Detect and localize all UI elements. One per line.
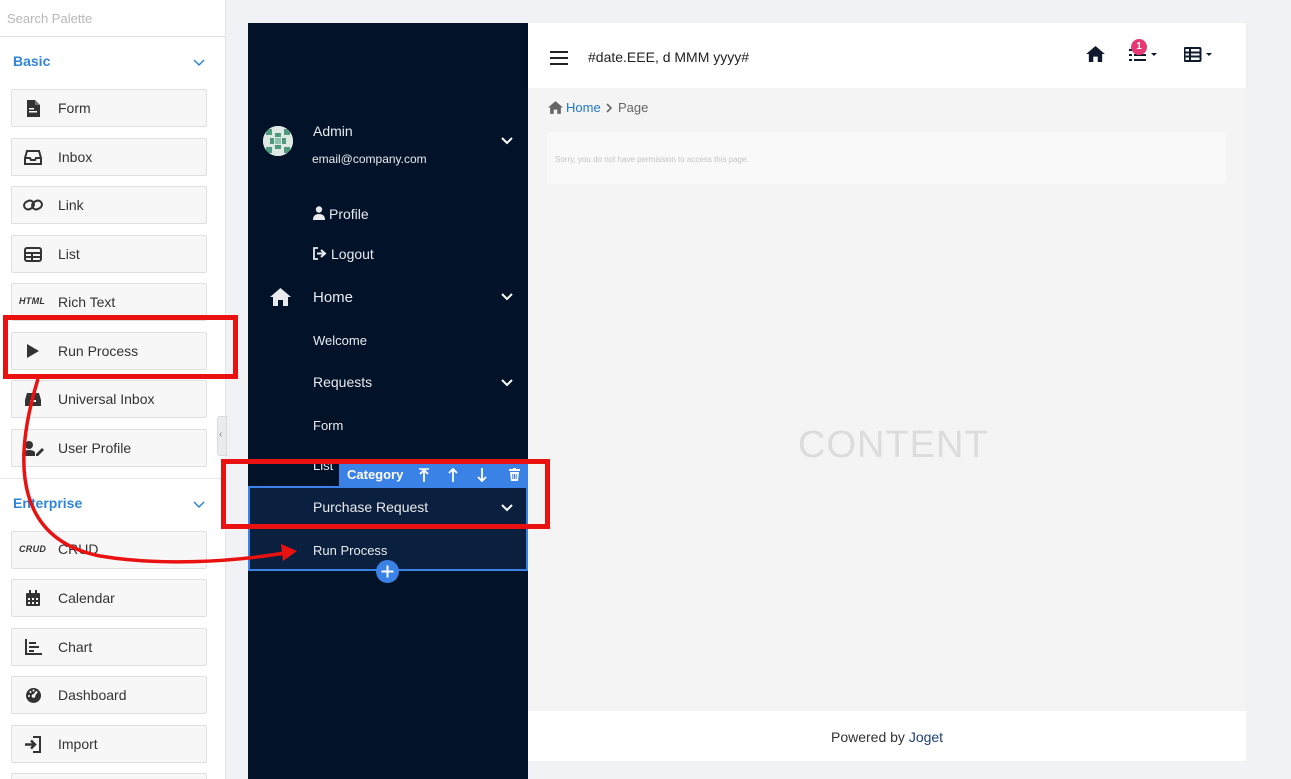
chevron-down-icon[interactable] bbox=[500, 290, 514, 304]
palette-item-inbox[interactable]: Inbox bbox=[11, 138, 207, 176]
chart-icon bbox=[21, 637, 45, 657]
home-icon bbox=[270, 288, 291, 306]
user-name: Admin bbox=[313, 123, 353, 139]
palette-item-list[interactable]: List bbox=[11, 235, 207, 273]
palette-item-more[interactable] bbox=[11, 773, 207, 779]
inbox-icon bbox=[21, 147, 45, 167]
footer-joget-link[interactable]: Joget bbox=[909, 729, 943, 745]
palette-item-label: Universal Inbox bbox=[58, 391, 155, 407]
menu-item-welcome[interactable]: Welcome bbox=[313, 333, 367, 348]
palette-item-label: CRUD bbox=[58, 541, 99, 557]
palette-item-label: Link bbox=[58, 197, 84, 213]
palette-item-label: Calendar bbox=[58, 590, 115, 606]
breadcrumb-home-link[interactable]: Home bbox=[566, 100, 601, 115]
universal-inbox-icon bbox=[21, 389, 45, 409]
menu-category-home[interactable]: Home bbox=[313, 289, 353, 306]
userview-canvas: Admin email@company.com Profile Logout H… bbox=[248, 23, 1246, 779]
footer-gap bbox=[528, 761, 1246, 779]
palette-item-label: Rich Text bbox=[58, 294, 116, 310]
palette-item-label: Import bbox=[58, 736, 98, 752]
footer-text: Powered by Joget bbox=[831, 729, 943, 745]
palette-item-label: List bbox=[58, 246, 80, 262]
hamburger-icon[interactable] bbox=[550, 51, 568, 65]
chevron-down-icon[interactable] bbox=[500, 376, 514, 390]
chevron-down-icon[interactable] bbox=[500, 134, 514, 148]
permission-alert: Sorry, you do not have permission to acc… bbox=[547, 132, 1226, 184]
palette-item-link[interactable]: Link bbox=[11, 186, 207, 224]
chevron-left-icon: ‹ bbox=[219, 429, 223, 440]
category-divider bbox=[0, 478, 225, 479]
plus-icon bbox=[381, 565, 394, 578]
menu-item-run-process[interactable]: Run Process bbox=[313, 543, 387, 558]
search-palette-input[interactable] bbox=[0, 0, 225, 37]
menu-item-form[interactable]: Form bbox=[313, 418, 343, 433]
collapse-palette-handle[interactable]: ‹ bbox=[217, 416, 227, 456]
category-basic-header[interactable]: Basic bbox=[0, 46, 225, 76]
header-date: #date.EEE, d MMM yyyy# bbox=[588, 49, 750, 65]
apps-menu-button[interactable] bbox=[1183, 47, 1214, 68]
component-palette: Basic Form Inbox Link List HTML Rich Tex… bbox=[0, 0, 226, 779]
category-enterprise-header[interactable]: Enterprise bbox=[0, 488, 225, 518]
home-icon bbox=[548, 101, 563, 114]
category-enterprise-label: Enterprise bbox=[13, 495, 83, 511]
calendar-icon bbox=[21, 588, 45, 608]
palette-item-user-profile[interactable]: User Profile bbox=[11, 429, 207, 467]
chevron-down-icon bbox=[193, 501, 205, 509]
category-basic-label: Basic bbox=[13, 53, 51, 69]
add-menu-button[interactable] bbox=[376, 560, 399, 583]
footer-prefix: Powered by bbox=[831, 729, 909, 745]
list-icon bbox=[21, 244, 45, 264]
link-icon bbox=[21, 195, 45, 215]
html-icon: HTML bbox=[19, 296, 46, 306]
crud-icon: CRUD bbox=[19, 544, 47, 554]
userview-sidebar: Admin email@company.com Profile Logout H… bbox=[248, 23, 529, 779]
user-icon bbox=[313, 206, 325, 220]
import-icon bbox=[21, 734, 45, 754]
dashboard-icon bbox=[21, 685, 45, 705]
user-edit-icon bbox=[21, 438, 45, 458]
permission-message: Sorry, you do not have permission to acc… bbox=[555, 155, 749, 164]
palette-item-form[interactable]: Form bbox=[11, 89, 207, 127]
palette-item-label: Chart bbox=[58, 639, 93, 655]
home-icon[interactable] bbox=[1086, 46, 1105, 62]
logout-icon bbox=[313, 247, 327, 260]
palette-item-calendar[interactable]: Calendar bbox=[11, 579, 207, 617]
userview-footer: Powered by Joget bbox=[528, 711, 1246, 761]
palette-item-import[interactable]: Import bbox=[11, 725, 207, 763]
breadcrumb-current: Page bbox=[618, 100, 649, 115]
menu-category-requests[interactable]: Requests bbox=[313, 374, 372, 390]
profile-link[interactable]: Profile bbox=[329, 206, 369, 222]
palette-item-chart[interactable]: Chart bbox=[11, 628, 207, 666]
table-icon bbox=[1183, 47, 1212, 62]
palette-item-universal-inbox[interactable]: Universal Inbox bbox=[11, 380, 207, 418]
annotation-highlight-run-process bbox=[3, 315, 238, 379]
palette-item-dashboard[interactable]: Dashboard bbox=[11, 676, 207, 714]
palette-item-label: Form bbox=[58, 100, 91, 116]
form-icon bbox=[21, 98, 45, 118]
content-placeholder: CONTENT bbox=[798, 424, 989, 466]
palette-item-label: User Profile bbox=[58, 440, 132, 456]
user-email: email@company.com bbox=[312, 152, 427, 166]
palette-item-label: Inbox bbox=[58, 149, 93, 165]
avatar[interactable] bbox=[263, 126, 293, 156]
userview-header: #date.EEE, d MMM yyyy# 1 bbox=[528, 23, 1246, 88]
notification-badge: 1 bbox=[1131, 39, 1147, 55]
palette-item-crud[interactable]: CRUD CRUD bbox=[11, 531, 207, 569]
palette-item-label: Dashboard bbox=[58, 687, 127, 703]
chevron-right-icon bbox=[606, 103, 613, 113]
chevron-down-icon bbox=[193, 59, 205, 67]
annotation-highlight-category bbox=[221, 459, 550, 529]
main-content: Home Page Sorry, you do not have permiss… bbox=[528, 88, 1246, 711]
logout-link[interactable]: Logout bbox=[331, 246, 374, 262]
